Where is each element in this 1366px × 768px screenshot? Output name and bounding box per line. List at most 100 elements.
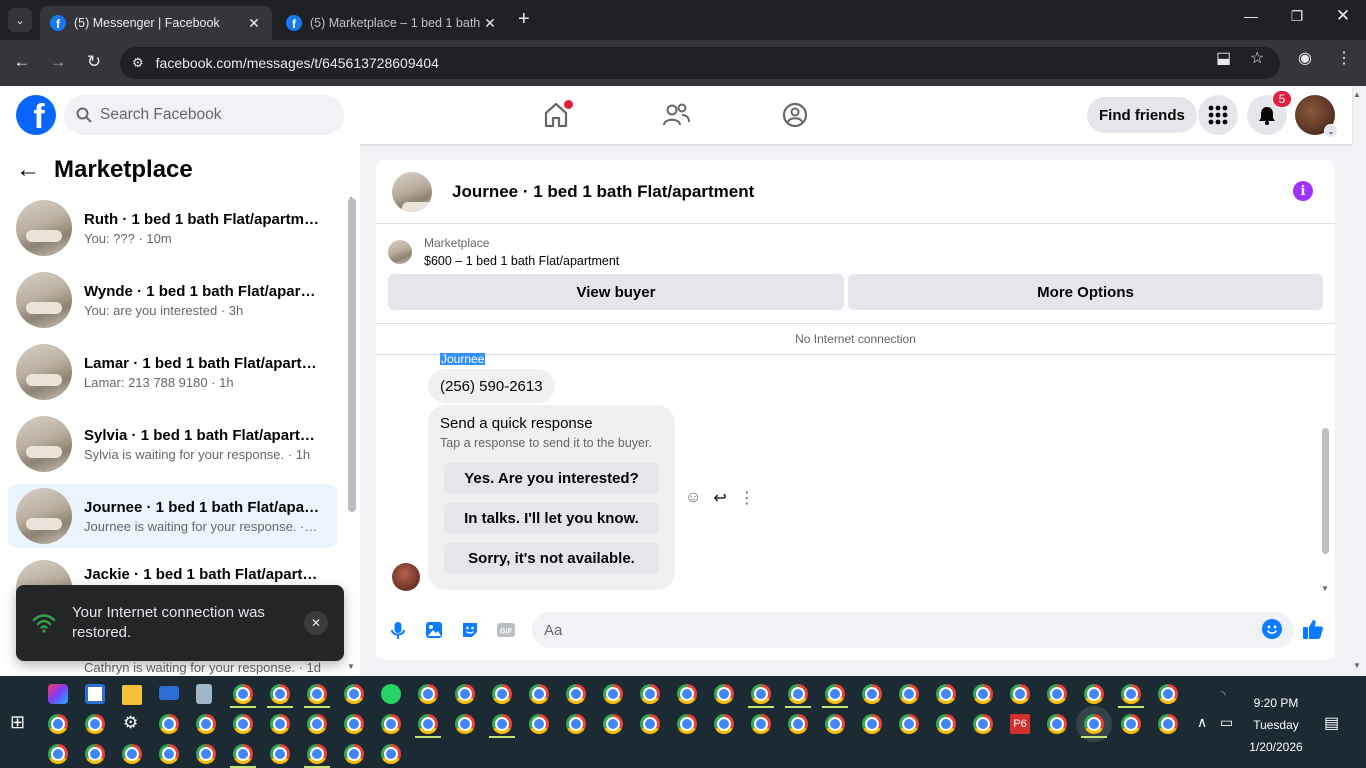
chrome-icon[interactable] — [640, 714, 660, 734]
chrome-icon[interactable] — [492, 684, 512, 704]
forward-arrow-icon[interactable]: → — [46, 52, 70, 72]
chrome-icon[interactable] — [1047, 714, 1067, 734]
show-hidden-icons-chevron-icon[interactable]: ∧ — [1197, 714, 1207, 731]
scroll-down-arrow-icon[interactable]: ▼ — [1321, 584, 1329, 593]
chrome-icon[interactable] — [1047, 684, 1067, 704]
chrome-icon[interactable] — [159, 744, 179, 764]
chrome-icon[interactable] — [344, 684, 364, 704]
chat-title[interactable]: Journee · 1 bed 1 bath Flat/apartment — [452, 182, 754, 202]
chrome-icon[interactable] — [381, 744, 401, 764]
minimize-icon[interactable]: — — [1228, 8, 1274, 24]
chat-scrollbar[interactable] — [1322, 428, 1329, 554]
page-scroll-down-icon[interactable]: ▼ — [1353, 661, 1361, 670]
chrome-icon[interactable] — [122, 744, 142, 764]
address-bar[interactable]: ⚙ facebook.com/messages/t/64561372860940… — [120, 47, 1280, 79]
notification-center-icon[interactable]: ▤ — [1324, 713, 1339, 733]
chrome-icon[interactable] — [825, 714, 845, 734]
chrome-icon[interactable] — [1158, 684, 1178, 704]
restore-icon[interactable]: ❐ — [1274, 8, 1320, 25]
emoji-icon[interactable] — [1262, 619, 1282, 639]
conversation-item[interactable]: Ruth · 1 bed 1 bath Flat/apartment You: ?… — [8, 196, 337, 260]
microphone-icon[interactable] — [388, 620, 408, 640]
tab-marketplace[interactable]: f (5) Marketplace – 1 bed 1 bath Fl ✕ — [276, 6, 508, 40]
install-app-icon[interactable]: ⬓ — [1216, 48, 1231, 68]
sticker-icon[interactable] — [460, 620, 480, 640]
chrome-icon[interactable] — [973, 714, 993, 734]
info-icon[interactable]: i — [1293, 181, 1313, 201]
notepad-icon[interactable] — [196, 684, 212, 704]
chrome-icon[interactable] — [307, 714, 327, 734]
chrome-icon[interactable] — [714, 714, 734, 734]
chrome-icon[interactable] — [751, 684, 771, 704]
conversation-item[interactable]: Wynde · 1 bed 1 bath Flat/apartment You: … — [8, 268, 337, 332]
chrome-icon[interactable] — [344, 744, 364, 764]
chrome-icon[interactable] — [640, 684, 660, 704]
chrome-icon[interactable] — [418, 714, 438, 734]
battery-icon[interactable]: ▭ — [1220, 714, 1233, 731]
more-actions-icon[interactable]: ⋮ — [739, 488, 755, 508]
chrome-icon[interactable] — [159, 714, 179, 734]
chrome-icon[interactable] — [270, 744, 290, 764]
conversation-item[interactable]: Lamar · 1 bed 1 bath Flat/apartment Lamar… — [8, 340, 337, 404]
chrome-icon[interactable] — [714, 684, 734, 704]
view-buyer-button[interactable]: View buyer — [388, 274, 844, 310]
find-friends-button[interactable]: Find friends — [1087, 97, 1197, 133]
chrome-icon[interactable] — [196, 714, 216, 734]
chrome-icon[interactable] — [862, 684, 882, 704]
conversation-item[interactable]: Sylvia · 1 bed 1 bath Flat/apartment Sylv… — [8, 412, 337, 476]
reply-icon[interactable]: ↩ — [713, 488, 726, 508]
chrome-icon[interactable] — [788, 714, 808, 734]
react-emoji-icon[interactable]: ☺ — [685, 489, 701, 507]
quick-response-option[interactable]: Yes. Are you interested? — [444, 463, 659, 493]
system-clock[interactable]: 9:20 PM Tuesday 1/20/2026 — [1236, 692, 1316, 758]
close-icon[interactable]: ✕ — [304, 611, 328, 635]
quick-response-option[interactable]: Sorry, it's not available. — [444, 543, 659, 573]
page-scroll-up-icon[interactable]: ▲ — [1353, 90, 1361, 99]
back-arrow-icon[interactable]: ← — [10, 52, 34, 72]
chrome-icon[interactable] — [862, 714, 882, 734]
chrome-icon[interactable] — [196, 744, 216, 764]
reload-icon[interactable]: ↻ — [82, 52, 106, 72]
close-window-icon[interactable]: ✕ — [1320, 6, 1366, 26]
scroll-down-arrow-icon[interactable]: ▼ — [347, 662, 355, 671]
friends-icon[interactable] — [661, 100, 691, 130]
file-explorer-icon[interactable] — [122, 685, 142, 705]
facebook-logo-icon[interactable]: f — [16, 95, 56, 135]
store-icon[interactable] — [85, 684, 105, 704]
message-bubble[interactable]: (256) 590-2613 — [428, 369, 555, 403]
chrome-icon-active[interactable] — [1084, 714, 1104, 734]
chrome-icon[interactable] — [270, 684, 290, 704]
new-tab-icon[interactable]: + — [518, 9, 530, 29]
thumbs-up-icon[interactable] — [1302, 618, 1324, 640]
chrome-icon[interactable] — [455, 714, 475, 734]
profile-icon[interactable]: ◉ — [1298, 48, 1312, 68]
chrome-icon[interactable] — [418, 684, 438, 704]
chrome-icon[interactable] — [973, 684, 993, 704]
chrome-icon[interactable] — [529, 684, 549, 704]
chrome-icon[interactable] — [825, 684, 845, 704]
tab-search-chevron-icon[interactable]: ⌄ — [8, 8, 32, 32]
chrome-icon[interactable] — [1084, 684, 1104, 704]
chrome-icon[interactable] — [455, 684, 475, 704]
conversation-item-active[interactable]: Journee · 1 bed 1 bath Flat/apartment Jou… — [8, 484, 337, 548]
listing-thumbnail[interactable] — [392, 171, 432, 212]
chrome-icon[interactable] — [677, 684, 697, 704]
sender-avatar[interactable] — [392, 563, 420, 591]
chrome-icon[interactable] — [603, 714, 623, 734]
close-tab-icon[interactable]: ✕ — [482, 15, 498, 32]
chrome-icon[interactable] — [307, 684, 327, 704]
chrome-icon[interactable] — [936, 714, 956, 734]
bookmark-star-icon[interactable]: ☆ — [1250, 48, 1264, 68]
wifi-tray-icon[interactable]: ◝ — [1221, 688, 1226, 702]
chrome-icon[interactable] — [1010, 684, 1030, 704]
chrome-icon[interactable] — [529, 714, 549, 734]
site-settings-icon[interactable]: ⚙ — [132, 55, 144, 71]
chrome-icon[interactable] — [788, 684, 808, 704]
copilot-icon[interactable] — [48, 684, 68, 704]
chrome-icon[interactable] — [85, 744, 105, 764]
windows-start-icon[interactable]: ⊞ — [10, 712, 25, 733]
back-arrow-icon[interactable]: ← — [16, 156, 40, 184]
search-input[interactable]: Search Facebook — [64, 95, 344, 135]
chrome-icon[interactable] — [344, 714, 364, 734]
chrome-icon[interactable] — [751, 714, 771, 734]
